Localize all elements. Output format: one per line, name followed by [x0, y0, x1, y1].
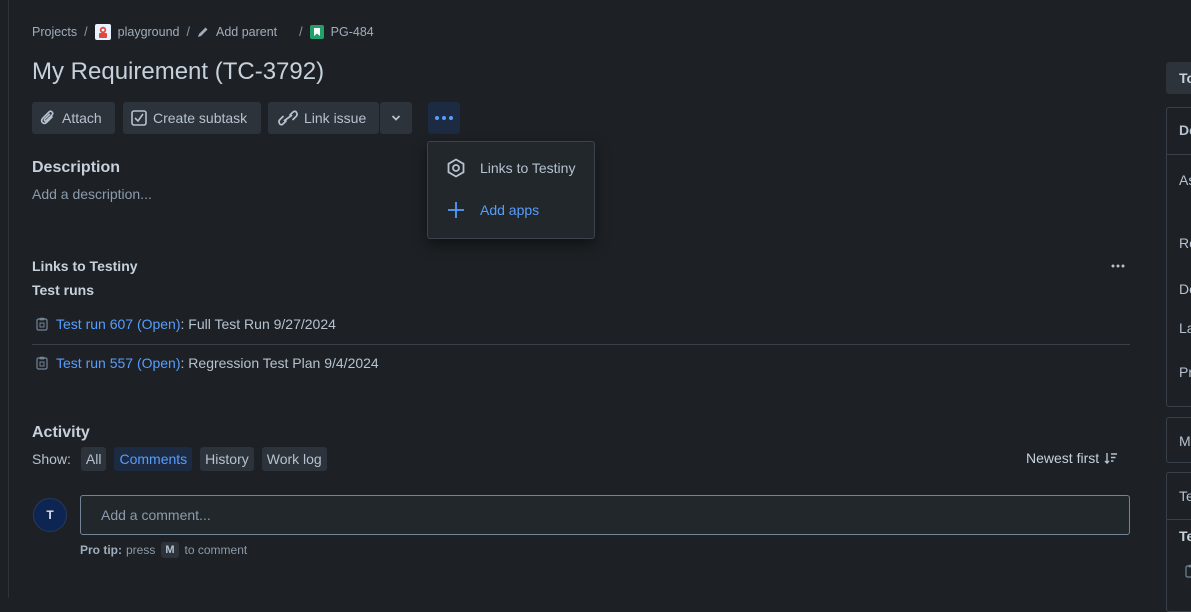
clipboard-icon: [36, 317, 48, 331]
pro-tip: Pro tip: press M to comment: [80, 542, 247, 558]
project-avatar-icon: [95, 24, 111, 40]
menu-item-add-apps[interactable]: Add apps: [444, 200, 539, 220]
breadcrumb-project[interactable]: playground: [118, 25, 180, 39]
plus-icon: [444, 200, 468, 220]
field-label-assignee: As: [1179, 172, 1191, 188]
pro-tip-rest: to comment: [185, 543, 248, 557]
breadcrumb-separator: /: [84, 25, 87, 39]
attach-button[interactable]: Attach: [32, 102, 115, 134]
breadcrumb-separator: /: [299, 25, 302, 39]
more-fields-label: M: [1179, 433, 1191, 449]
test-runs-heading: Test runs: [32, 282, 94, 298]
avatar: T: [33, 498, 67, 532]
filter-comments[interactable]: Comments: [114, 447, 192, 471]
create-subtask-button[interactable]: Create subtask: [123, 102, 261, 134]
testiny-panel-header[interactable]: Te: [1167, 473, 1191, 520]
comment-field[interactable]: [80, 495, 1130, 535]
more-icon: [434, 115, 454, 121]
paperclip-icon: [40, 109, 56, 127]
menu-item-links-to-testiny[interactable]: Links to Testiny: [444, 158, 575, 178]
hexagon-icon: [444, 158, 468, 178]
show-label: Show:: [32, 451, 71, 467]
testiny-panel-subheading: Te: [1179, 528, 1191, 544]
field-label-reporter: Re: [1179, 235, 1191, 251]
activity-heading: Activity: [32, 424, 90, 442]
status-button[interactable]: To: [1166, 62, 1191, 94]
filter-work-log[interactable]: Work log: [262, 447, 327, 471]
breadcrumb-separator: /: [187, 25, 190, 39]
breadcrumb-issue-key[interactable]: PG-484: [331, 25, 374, 39]
add-parent-link[interactable]: Add parent: [216, 25, 277, 39]
test-run-text: : Regression Test Plan 9/4/2024: [181, 355, 379, 371]
field-label-development: De: [1179, 281, 1191, 297]
test-run-item: Test run 607 (Open) : Full Test Run 9/27…: [32, 316, 336, 332]
link-issue-label: Link issue: [304, 110, 366, 126]
attach-label: Attach: [62, 110, 102, 126]
pencil-icon: [197, 26, 209, 38]
menu-item-label: Add apps: [480, 202, 539, 218]
details-header-label: De: [1179, 122, 1191, 138]
test-run-text: : Full Test Run 9/27/2024: [181, 316, 336, 332]
breadcrumb-projects[interactable]: Projects: [32, 25, 77, 39]
breadcrumb: Projects / playground / Add parent / PG-…: [32, 22, 374, 42]
left-sidebar-edge: [0, 0, 9, 598]
testiny-more-button[interactable]: [1111, 258, 1125, 274]
comment-input[interactable]: [81, 496, 1129, 534]
field-label-priority: Pr: [1179, 364, 1191, 380]
divider: [32, 344, 1130, 345]
details-panel: De As Re De La Pr: [1166, 107, 1191, 407]
link-issue-dropdown-button[interactable]: [380, 102, 412, 134]
test-run-item: Test run 557 (Open) : Regression Test Pl…: [32, 355, 379, 371]
story-icon: [310, 25, 324, 39]
sort-descending-icon: [1104, 451, 1118, 465]
more-fields-panel[interactable]: M: [1166, 417, 1191, 463]
more-icon: [1111, 264, 1125, 268]
description-editor[interactable]: Add a description...: [32, 186, 152, 202]
link-issue-button[interactable]: Link issue: [268, 102, 379, 134]
test-run-link[interactable]: Test run 607 (Open): [56, 316, 181, 332]
create-subtask-label: Create subtask: [153, 110, 247, 126]
sort-order-button[interactable]: Newest first: [1026, 450, 1118, 466]
activity-filter-bar: Show: All Comments History Work log: [32, 447, 327, 471]
more-actions-button[interactable]: [428, 102, 460, 134]
description-heading: Description: [32, 159, 120, 177]
testiny-panel: Te Te: [1166, 472, 1191, 612]
chevron-down-icon: [391, 114, 401, 122]
status-label: To: [1179, 70, 1191, 86]
test-run-link[interactable]: Test run 557 (Open): [56, 355, 181, 371]
testiny-panel-header-label: Te: [1179, 488, 1191, 504]
clipboard-icon: [1185, 564, 1191, 578]
link-icon: [278, 110, 298, 126]
details-header[interactable]: De: [1167, 108, 1191, 155]
more-actions-menu: Links to Testiny Add apps: [427, 141, 595, 239]
filter-history[interactable]: History: [200, 447, 254, 471]
field-label-labels: La: [1179, 320, 1191, 336]
keyboard-shortcut-key: M: [161, 542, 178, 558]
pro-tip-label: Pro tip:: [80, 543, 122, 557]
page-title[interactable]: My Requirement (TC-3792): [32, 57, 324, 87]
testiny-heading: Links to Testiny: [32, 258, 138, 274]
clipboard-icon: [36, 356, 48, 370]
menu-item-label: Links to Testiny: [480, 160, 575, 176]
sort-order-label: Newest first: [1026, 450, 1099, 466]
subtask-icon: [131, 110, 147, 126]
filter-all[interactable]: All: [81, 447, 107, 471]
pro-tip-press: press: [126, 543, 155, 557]
